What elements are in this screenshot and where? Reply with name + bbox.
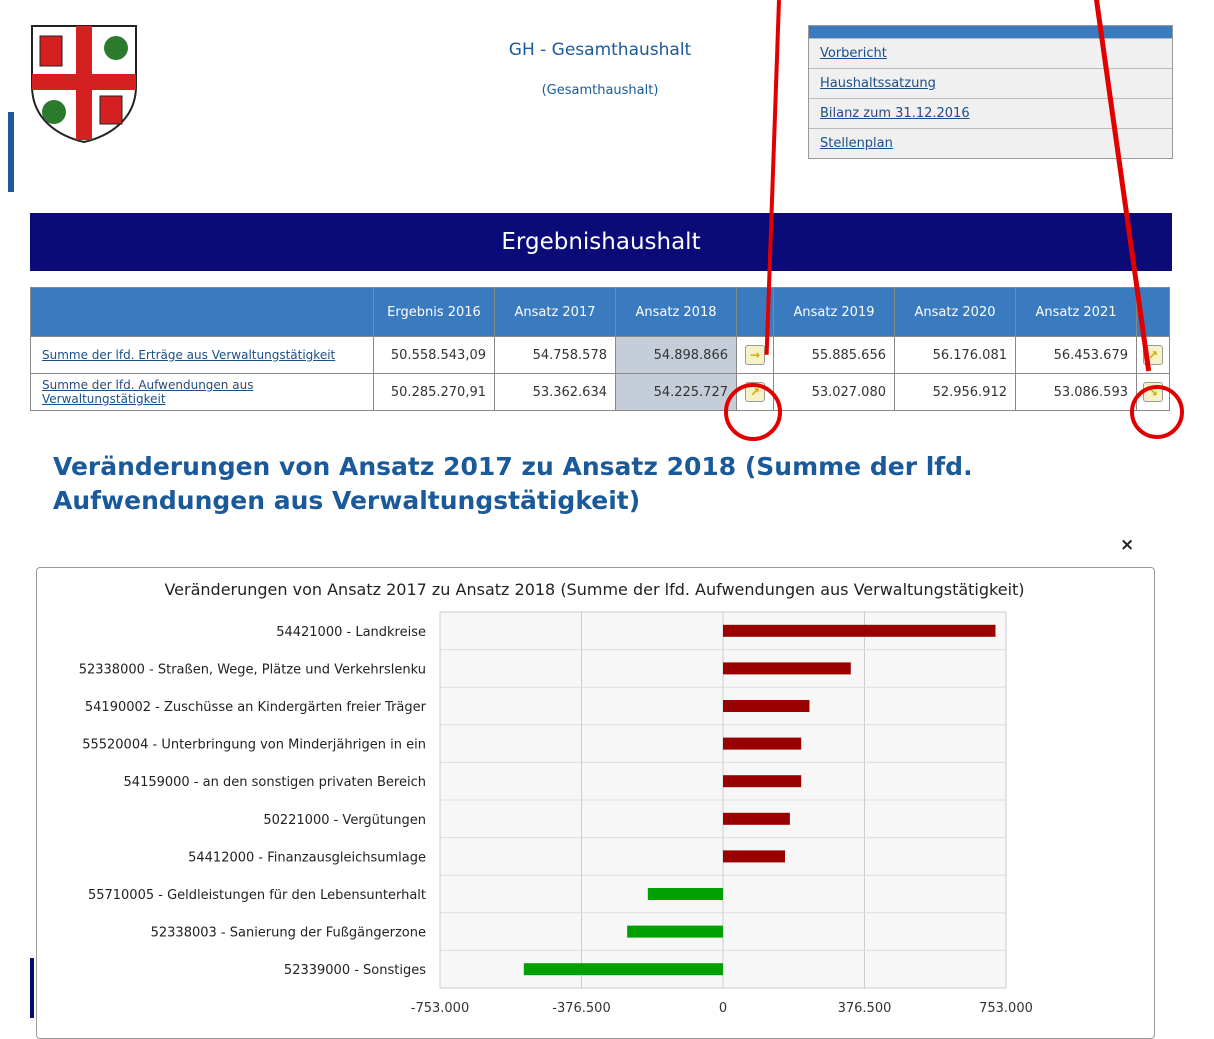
category-label: 52338000 - Straßen, Wege, Plätze und Ver…	[79, 662, 426, 677]
cell-value: 54.898.866	[615, 336, 737, 374]
coat-of-arms-logo	[30, 24, 138, 144]
bar	[647, 888, 723, 900]
category-label: 55520004 - Unterbringung von Minderjähri…	[82, 738, 426, 753]
cell-value: 56.453.679	[1015, 336, 1137, 374]
bar-chart: -753.000 -376.500 0 376.500 753.000 54421000 …	[79, 611, 1033, 1016]
bar	[523, 963, 723, 976]
annotation-circle	[1130, 385, 1184, 439]
link-bilanz[interactable]: Bilanz zum 31.12.2016	[809, 98, 1172, 128]
page-title: GH - Gesamthaushalt	[508, 40, 692, 60]
x-tick-label: 0	[719, 1001, 727, 1016]
col-ergebnis-2016: Ergebnis 2016	[373, 287, 495, 337]
arrow-right-icon: →	[745, 345, 765, 365]
col-ansatz-2019: Ansatz 2019	[773, 287, 895, 337]
row-label-link[interactable]: Summe der lfd. Aufwendungen aus Verwaltu…	[30, 373, 374, 411]
cell-value: 54.758.578	[494, 336, 616, 374]
left-edge-decoration	[8, 112, 14, 192]
panel-header-bar	[809, 26, 1172, 38]
row-label-link[interactable]: Summe der lfd. Erträge aus Verwaltungstä…	[30, 336, 374, 374]
col-ansatz-2017: Ansatz 2017	[494, 287, 616, 337]
table-row: Summe der lfd. Aufwendungen aus Verwaltu…	[30, 373, 1170, 411]
category-label: 54190002 - Zuschüsse an Kindergärten fre…	[85, 700, 427, 715]
cell-value: 53.086.593	[1015, 373, 1137, 411]
annotation-circle	[724, 383, 782, 441]
table-row: Summe der lfd. Erträge aus Verwaltungstä…	[30, 336, 1170, 374]
col-ansatz-2018: Ansatz 2018	[615, 287, 737, 337]
bar	[723, 624, 996, 637]
close-icon[interactable]: ×	[1120, 535, 1134, 555]
budget-table: Ergebnis 2016 Ansatz 2017 Ansatz 2018 An…	[30, 287, 1170, 411]
section-banner: Ergebnishaushalt	[30, 213, 1172, 271]
col-ansatz-2021: Ansatz 2021	[1015, 287, 1137, 337]
bar	[723, 737, 802, 750]
bar	[627, 925, 723, 938]
cell-value: 50.285.270,91	[373, 373, 495, 411]
chart-title: Veränderungen von Ansatz 2017 zu Ansatz …	[164, 580, 1025, 599]
category-label: 55710005 - Geldleistungen für den Lebens…	[88, 888, 426, 903]
x-tick-label: -376.500	[552, 1001, 610, 1016]
link-vorbericht[interactable]: Vorbericht	[809, 38, 1172, 68]
bar	[723, 662, 851, 675]
cell-value: 53.362.634	[494, 373, 616, 411]
cell-value: 54.225.727	[615, 373, 737, 411]
bar	[723, 812, 790, 825]
x-tick-label: 376.500	[838, 1001, 892, 1016]
modal-title: Veränderungen von Ansatz 2017 zu Ansatz …	[53, 452, 973, 515]
category-label: 50221000 - Vergütungen	[263, 813, 426, 828]
bar	[723, 850, 786, 863]
bar	[723, 775, 802, 788]
category-label: 52338003 - Sanierung der Fußgängerzone	[151, 926, 426, 941]
link-haushaltssatzung[interactable]: Haushaltssatzung	[809, 68, 1172, 98]
table-header-row: Ergebnis 2016 Ansatz 2017 Ansatz 2018 An…	[30, 287, 1170, 337]
bar	[723, 700, 810, 712]
category-label: 54159000 - an den sonstigen privaten Ber…	[124, 775, 426, 790]
category-label: 54421000 - Landkreise	[276, 625, 426, 640]
cell-value: 53.027.080	[773, 373, 895, 411]
cell-value: 52.956.912	[894, 373, 1016, 411]
cell-value: 55.885.656	[773, 336, 895, 374]
header-label-cell	[30, 287, 374, 337]
page-subtitle: (Gesamthaushalt)	[541, 83, 659, 98]
col-ansatz-2020: Ansatz 2020	[894, 287, 1016, 337]
category-label: 52339000 - Sonstiges	[284, 963, 426, 978]
cell-value: 56.176.081	[894, 336, 1016, 374]
cell-value: 50.558.543,09	[373, 336, 495, 374]
x-tick-label: -753.000	[411, 1001, 469, 1016]
x-tick-label: 753.000	[979, 1001, 1033, 1016]
category-label: 54412000 - Finanzausgleichsumlage	[188, 850, 426, 865]
